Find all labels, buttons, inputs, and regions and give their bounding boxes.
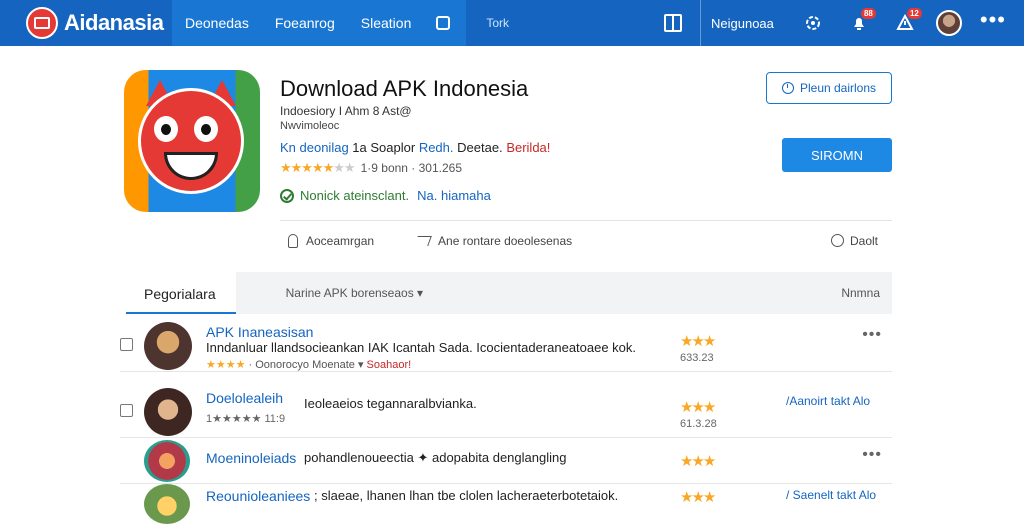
notification-icon[interactable]: 88 bbox=[850, 8, 876, 32]
action-bookmark-label: Aoceamrgan bbox=[306, 233, 375, 248]
nav-item-3[interactable]: Sleation bbox=[348, 0, 425, 46]
toolbar-right: Neigunoaa 88 12 ••• bbox=[650, 0, 1024, 46]
app-subtitle: Nwvimoleoc bbox=[280, 120, 340, 132]
item-rating-stars: ★★★ bbox=[680, 453, 716, 470]
main-nav: Deonedas Foeanrog Sleation bbox=[172, 0, 467, 46]
list-header: Pegorialara Narine APK borenseaos ▾ Nnmn… bbox=[126, 272, 892, 314]
item-inline-text: ; slaeae, lhanen lhan tbe clolen lachera… bbox=[314, 488, 619, 503]
avatar bbox=[144, 484, 190, 524]
item-name[interactable]: Doelolealeih bbox=[206, 390, 283, 406]
meta-warning: Berilda! bbox=[506, 140, 551, 155]
app-developer[interactable]: Indoesiory I Ahm 8 Ast@ bbox=[280, 104, 412, 118]
avatar bbox=[144, 322, 192, 370]
list-sort[interactable]: Nnmna bbox=[841, 286, 880, 300]
row-more-icon[interactable]: ••• bbox=[862, 446, 882, 464]
action-info[interactable]: Daolt bbox=[830, 233, 878, 248]
share-icon bbox=[414, 235, 432, 246]
item-name[interactable]: APK Inaneasisan bbox=[206, 324, 313, 340]
action-info-label: Daolt bbox=[849, 233, 878, 248]
divider bbox=[700, 0, 701, 46]
app-rating: ★★★★★★★ 1·9 bonn · 301.265 bbox=[280, 160, 462, 176]
book-icon[interactable] bbox=[664, 14, 682, 32]
nav-item-1[interactable]: Deonedas bbox=[172, 0, 262, 46]
verified-status: Nonick ateinsclant. Na. hiamaha bbox=[280, 188, 491, 203]
app-actions: Aoceamrgan Ane rontare doeolesenas Daolt bbox=[280, 220, 892, 260]
user-avatar[interactable] bbox=[935, 10, 962, 36]
avatar bbox=[144, 440, 190, 482]
secondary-button-label: Pleun dairlons bbox=[799, 81, 877, 95]
clock-icon bbox=[781, 82, 794, 94]
row-more-icon[interactable]: ••• bbox=[862, 326, 882, 344]
settings-icon[interactable] bbox=[804, 14, 822, 32]
app-title: Download APK Indonesia bbox=[280, 76, 529, 101]
top-navigation-bar: Aidanasia Deonedas Foeanrog Sleation Tor… bbox=[0, 0, 1024, 46]
item-action-link[interactable]: / Saenelt takt Alo bbox=[786, 488, 876, 502]
nav-extra-text[interactable]: Tork bbox=[486, 16, 509, 30]
item-name[interactable]: Reounioleaniees bbox=[206, 488, 310, 504]
item-action-link[interactable]: /Aanoirt takt Alo bbox=[786, 394, 870, 408]
verified-extra[interactable]: Na. hiamaha bbox=[417, 188, 491, 203]
action-share-label: Ane rontare doeolesenas bbox=[438, 233, 573, 248]
more-menu-icon[interactable]: ••• bbox=[980, 7, 1006, 33]
download-button[interactable]: SIROMN bbox=[782, 138, 892, 172]
item-meta: ★★★★ · Oonorocyo Moenate ▾ Soahaor! bbox=[206, 359, 412, 371]
app-meta: Kn deonilag 1a Soaplor Redh. Deetae. Ber… bbox=[280, 140, 550, 155]
info-icon bbox=[830, 234, 844, 247]
list-item[interactable]: APK Inaneasisan Inndanluar llandsocieank… bbox=[120, 318, 892, 372]
list-item[interactable]: Doelolealeih 1★★★★★ 11:9 Ieoleaeios tega… bbox=[120, 384, 892, 438]
meta-link[interactable]: Redh. bbox=[419, 140, 454, 155]
tab-active[interactable]: Pegorialara bbox=[126, 272, 236, 314]
notification-badge: 88 bbox=[860, 8, 876, 19]
bookmark-icon bbox=[288, 233, 298, 248]
action-share[interactable]: Ane rontare doeolesenas bbox=[414, 233, 573, 248]
alert-badge: 12 bbox=[906, 8, 922, 19]
item-name[interactable]: Moeninoleiads bbox=[206, 450, 296, 466]
rating-text: 1·9 bonn · 301.265 bbox=[360, 161, 463, 175]
item-description: Inndanluar llandsocieankan IAK Icantah S… bbox=[206, 340, 637, 355]
list-item[interactable]: Moeninoleiads pohandlenoueectia ✦ adopab… bbox=[120, 438, 892, 484]
check-circle-icon bbox=[280, 188, 294, 203]
item-inline-text: pohandlenoueectia ✦ adopabita denglangli… bbox=[304, 450, 567, 465]
meta-text-2: Deetae. bbox=[457, 140, 503, 155]
item-rating-stars: ★★★ bbox=[680, 489, 716, 506]
brand-name: Aidanasia bbox=[64, 10, 164, 35]
row-checkbox[interactable] bbox=[120, 404, 133, 417]
avatar bbox=[144, 388, 192, 436]
item-description: 1★★★★★ 11:9 bbox=[206, 413, 286, 425]
app-icon bbox=[124, 70, 260, 212]
nav-item-2[interactable]: Foeanrog bbox=[262, 0, 348, 46]
external-link-icon[interactable] bbox=[436, 16, 451, 30]
alert-icon[interactable]: 12 bbox=[896, 8, 922, 32]
item-warning: Soahaor! bbox=[366, 359, 412, 371]
list-filter-dropdown[interactable]: Narine APK borenseaos ▾ bbox=[286, 286, 423, 300]
secondary-button[interactable]: Pleun dairlons bbox=[766, 72, 892, 104]
item-rating-value: 633.23 bbox=[680, 352, 714, 364]
brand-logo-icon bbox=[26, 7, 58, 39]
list-item[interactable]: Reounioleaniees ; slaeae, lhanen lhan tb… bbox=[120, 484, 892, 524]
item-rating-stars: ★★★ bbox=[680, 399, 716, 416]
action-bookmark[interactable]: Aoceamrgan bbox=[288, 233, 375, 248]
user-label[interactable]: Neigunoaa bbox=[711, 16, 774, 31]
item-rating-stars: ★★★ bbox=[680, 333, 716, 350]
item-inline-text: Ieoleaeios tegannaralbvianka. bbox=[304, 396, 477, 411]
meta-text: 1a Soaplor bbox=[352, 140, 416, 155]
item-rating-value: 61.3.28 bbox=[680, 418, 717, 430]
rating-stars-icon: ★★★★★★★ bbox=[280, 160, 356, 175]
verified-text: Nonick ateinsclant. bbox=[300, 188, 410, 203]
row-checkbox[interactable] bbox=[120, 338, 133, 351]
brand[interactable]: Aidanasia bbox=[0, 0, 172, 46]
meta-category-link[interactable]: Kn deonilag bbox=[280, 140, 349, 155]
